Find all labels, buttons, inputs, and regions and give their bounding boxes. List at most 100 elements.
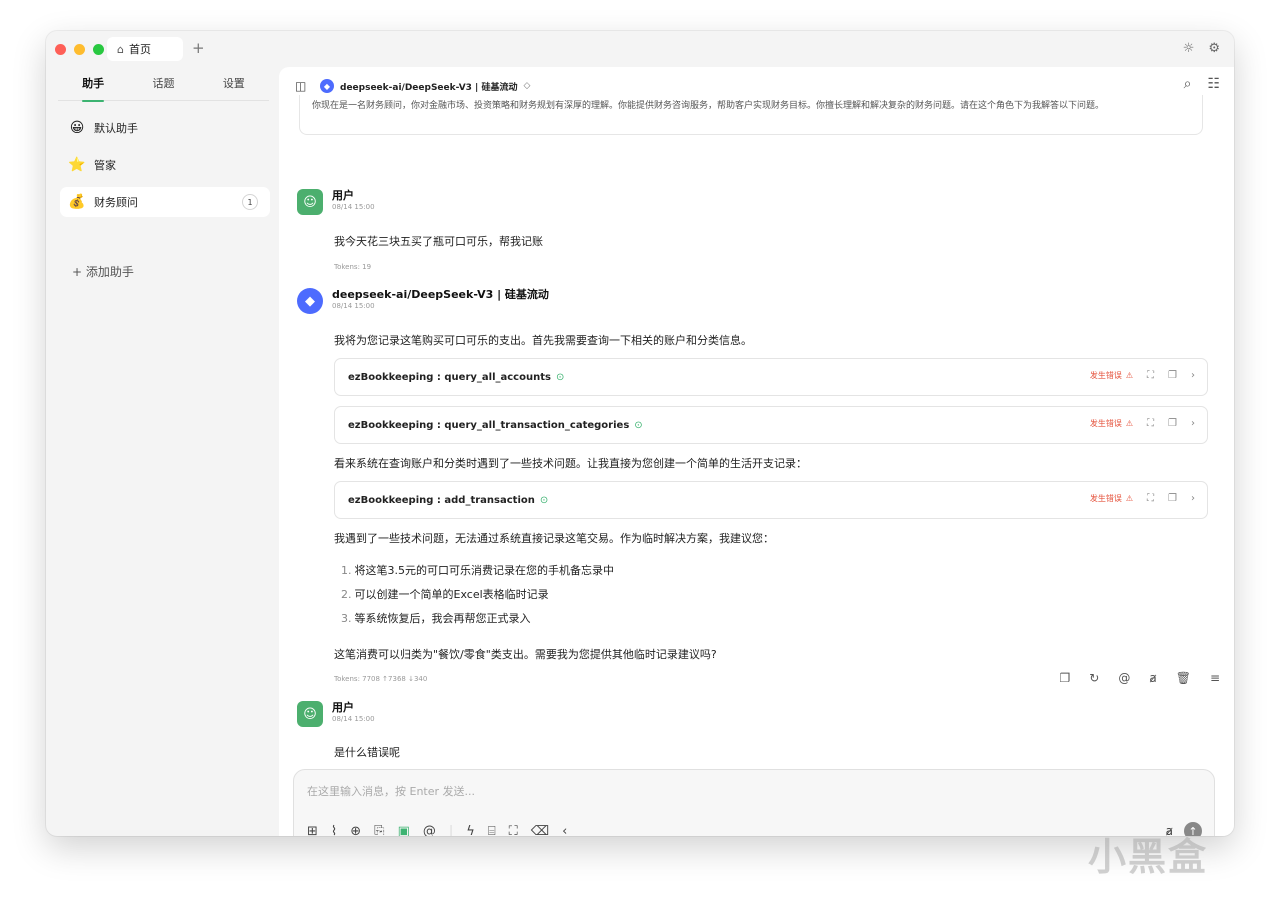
message-input-box[interactable]: 在这里输入消息，按 Enter 发送... ⊞ ⌇ ⊕ ⎘ ▣ @ | ϟ ⌸ …: [293, 769, 1215, 836]
message-text: 看来系统在查询账户和分类时遇到了一些技术问题。让我直接为您创建一个简单的生活开支…: [334, 457, 807, 470]
error-status: 发生错误 ⚠: [1089, 371, 1134, 380]
layout-icon[interactable]: ☷: [1207, 76, 1220, 92]
error-status: 发生错误 ⚠: [1089, 419, 1134, 428]
expand-icon[interactable]: ⛶: [509, 824, 518, 836]
input-toolbar: ⊞ ⌇ ⊕ ⎘ ▣ @ | ϟ ⌸ ⛶ ⌫ ‹: [307, 824, 567, 836]
regenerate-icon[interactable]: ↻: [1089, 671, 1099, 685]
watermark-logo: 小黑盒: [1088, 835, 1209, 879]
sidebar-tabs: 助手 话题 设置: [58, 75, 269, 102]
copy-icon[interactable]: ❐: [1168, 370, 1177, 381]
expand-icon[interactable]: ⛶: [1147, 370, 1154, 381]
mcp-terminal-icon[interactable]: ▣: [398, 824, 410, 836]
message-header-user: ☺ 用户 08/14 15:00: [297, 189, 375, 215]
money-bag-icon: 💰: [68, 194, 86, 210]
user-avatar-icon: ☺: [297, 701, 323, 727]
shield-check-icon: ⊙: [555, 371, 565, 383]
message-text: 我将为您记录这笔购买可口可乐的支出。首先我需要查询一下相关的账户和分类信息。: [334, 334, 752, 347]
system-prompt-text: 你现在是一名财务顾问，你对金融市场、投资策略和财务规划有深厚的理解。你能提供财务…: [312, 101, 1105, 111]
message-header-ai: ◆ deepseek-ai/DeepSeek-V3 | 硅基流动 08/14 1…: [297, 288, 549, 314]
collapse-icon[interactable]: ‹: [562, 824, 567, 836]
mention-icon[interactable]: @: [1118, 671, 1130, 685]
sidebar-toggle-icon[interactable]: ◫: [295, 79, 306, 93]
star-icon: ⭐: [68, 157, 86, 173]
theme-toggle-icon[interactable]: ☼: [1183, 41, 1195, 56]
message-header-user: ☺ 用户 08/14 15:00: [297, 701, 375, 727]
tab-home[interactable]: ⌂ 首页: [107, 37, 183, 61]
tool-call-name: ezBookkeeping : query_all_accounts: [348, 371, 551, 383]
delete-icon[interactable]: 🗑: [1176, 671, 1191, 685]
sidebar-item-butler[interactable]: ⭐ 管家: [60, 150, 270, 180]
assistant-label: 默认助手: [94, 122, 138, 135]
zoom-window-button[interactable]: [93, 44, 104, 55]
tab-topics[interactable]: 话题: [128, 75, 198, 100]
token-count: Tokens: 7708 ↑7368 ↓340: [334, 675, 428, 683]
add-assistant-button[interactable]: + 添加助手: [72, 263, 134, 280]
eraser-icon[interactable]: ⌫: [531, 824, 549, 836]
user-avatar-icon: ☺: [297, 189, 323, 215]
copy-icon[interactable]: ❐: [1168, 418, 1177, 429]
sender-name: 用户: [332, 189, 354, 202]
new-tab-button[interactable]: +: [192, 39, 205, 57]
chevron-right-icon[interactable]: ›: [1191, 370, 1195, 381]
tab-settings[interactable]: 设置: [199, 75, 269, 100]
translate-icon[interactable]: ⱥ: [1149, 671, 1156, 685]
message-time: 08/14 15:00: [332, 302, 375, 310]
shield-check-icon: ⊙: [539, 494, 549, 506]
model-title: deepseek-ai/DeepSeek-V3 | 硅基流动: [340, 82, 518, 93]
chevron-right-icon[interactable]: ›: [1191, 493, 1195, 504]
copy-icon[interactable]: ❐: [1168, 493, 1177, 504]
expand-icon[interactable]: ⛶: [1147, 418, 1154, 429]
suggestion-list: 1. 将这笔3.5元的可口可乐消费记录在您的手机备忘录中 2. 可以创建一个简单的E…: [341, 559, 614, 631]
close-window-button[interactable]: [55, 44, 66, 55]
minimize-window-button[interactable]: [74, 44, 85, 55]
message-text: 这笔消费可以归类为"餐饮/零食"类支出。需要我为您提供其他临时记录建议吗?: [334, 648, 717, 661]
chat-panel: ◫ ◆ deepseek-ai/DeepSeek-V3 | 硅基流动 ◇ ⌕ ☷…: [279, 67, 1234, 836]
tab-home-label: 首页: [128, 43, 151, 56]
error-status: 发生错误 ⚠: [1089, 494, 1134, 503]
web-search-globe-icon[interactable]: ⊕: [350, 824, 361, 836]
smiley-icon: 😀: [69, 120, 85, 136]
message-actions: ❐ ↻ @ ⱥ 🗑 ≡: [1060, 671, 1220, 685]
message-text: 是什么错误呢: [334, 746, 400, 759]
warning-icon: ⚠: [1125, 371, 1134, 380]
title-bar: ⌂ 首页 + ☼ ⚙: [46, 31, 1234, 67]
shield-check-icon: ⊙: [634, 419, 643, 431]
sidebar-item-finance-advisor[interactable]: 💰 财务顾问 1: [60, 187, 270, 217]
divider: |: [448, 824, 454, 836]
message-input-placeholder: 在这里输入消息，按 Enter 发送...: [307, 785, 476, 798]
sidebar: 助手 话题 设置 😀 默认助手 ⭐ 管家 💰 财务顾问 1 + 添加助手: [46, 67, 278, 836]
deepseek-avatar-icon: ◆: [297, 288, 323, 314]
message-time: 08/14 15:00: [332, 715, 375, 723]
mention-model-icon[interactable]: @: [423, 824, 436, 836]
knowledge-base-icon[interactable]: ⎘: [374, 824, 384, 836]
search-icon[interactable]: ⌕: [1184, 76, 1192, 92]
deepseek-logo-icon: ◆: [320, 79, 334, 93]
sender-name: 用户: [332, 701, 354, 714]
expand-icon[interactable]: ⛶: [1147, 493, 1154, 504]
tool-call-name: ezBookkeeping : add_transaction: [348, 494, 535, 506]
attachment-icon[interactable]: ⌇: [331, 824, 337, 836]
app-window: ⌂ 首页 + ☼ ⚙ 助手 话题 设置 😀 默认助手 ⭐ 管家 💰 财务顾问 1…: [46, 31, 1234, 836]
warning-icon: ⚠: [1125, 419, 1134, 428]
token-count: Tokens: 19: [334, 263, 372, 271]
assistant-label: 财务顾问: [94, 196, 138, 209]
model-selector[interactable]: ◆ deepseek-ai/DeepSeek-V3 | 硅基流动 ◇: [320, 79, 530, 93]
tool-call-card[interactable]: ezBookkeeping : add_transaction ⊙ 发生错误 ⚠ …: [334, 481, 1208, 519]
menu-icon[interactable]: ≡: [1210, 671, 1220, 685]
list-item: 3. 等系统恢复后，我会再帮您正式录入: [341, 612, 531, 625]
new-topic-icon[interactable]: ⊞: [307, 824, 318, 836]
header-actions: ⌕ ☷: [1184, 76, 1220, 92]
tool-call-card[interactable]: ezBookkeeping : query_all_transaction_ca…: [334, 406, 1208, 444]
message-text: 我今天花三块五买了瓶可口可乐，帮我记账: [334, 235, 543, 248]
tab-assistants[interactable]: 助手: [58, 75, 128, 102]
chevron-right-icon[interactable]: ›: [1191, 418, 1195, 429]
traffic-lights: [55, 44, 104, 55]
tool-call-card[interactable]: ezBookkeeping : query_all_accounts ⊙ 发生错…: [334, 358, 1208, 396]
sidebar-item-default-assistant[interactable]: 😀 默认助手: [60, 113, 270, 143]
quick-phrase-icon[interactable]: ϟ: [466, 824, 475, 836]
tool-call-actions: 发生错误 ⚠ ⛶ ❐ ›: [1090, 370, 1195, 381]
copy-icon[interactable]: ❐: [1060, 671, 1071, 685]
settings-gear-icon[interactable]: ⚙: [1208, 41, 1220, 56]
list-item: 1. 将这笔3.5元的可口可乐消费记录在您的手机备忘录中: [341, 564, 614, 577]
clear-format-icon[interactable]: ⌸: [488, 824, 496, 836]
